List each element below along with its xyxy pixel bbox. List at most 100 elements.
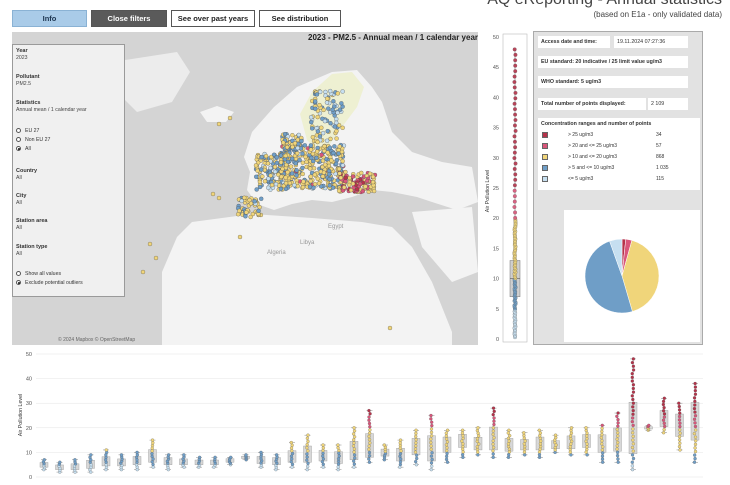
station-point[interactable] bbox=[321, 451, 325, 455]
station-point[interactable] bbox=[430, 424, 434, 428]
station-point[interactable] bbox=[585, 453, 589, 457]
station-marker[interactable] bbox=[370, 174, 376, 179]
station-marker[interactable] bbox=[299, 138, 304, 144]
station-marker[interactable] bbox=[315, 149, 320, 154]
vertical-boxplot-point[interactable] bbox=[512, 167, 517, 171]
station-point[interactable] bbox=[477, 442, 481, 446]
station-point[interactable] bbox=[585, 442, 589, 446]
station-marker[interactable] bbox=[318, 89, 323, 95]
station-point[interactable] bbox=[537, 452, 542, 457]
station-point[interactable] bbox=[491, 413, 495, 417]
station-point[interactable] bbox=[661, 402, 665, 407]
station-marker[interactable] bbox=[308, 178, 313, 184]
vertical-boxplot-point[interactable] bbox=[513, 172, 518, 177]
station-marker[interactable] bbox=[319, 125, 324, 130]
station-point[interactable] bbox=[631, 449, 635, 453]
vertical-boxplot-point[interactable] bbox=[513, 118, 518, 122]
station-marker[interactable] bbox=[355, 187, 360, 192]
station-point[interactable] bbox=[151, 462, 155, 467]
station-point[interactable] bbox=[429, 430, 434, 435]
station-point[interactable] bbox=[663, 424, 667, 429]
vertical-boxplot-point[interactable] bbox=[513, 63, 518, 68]
station-point[interactable] bbox=[662, 412, 667, 416]
vertical-boxplot-point[interactable] bbox=[513, 52, 518, 57]
station-point[interactable] bbox=[507, 439, 511, 443]
station-marker[interactable] bbox=[290, 144, 295, 150]
station-point[interactable] bbox=[677, 438, 682, 442]
station-point[interactable] bbox=[399, 449, 403, 453]
station-point[interactable] bbox=[290, 443, 294, 447]
station-marker[interactable] bbox=[337, 144, 342, 149]
station-point[interactable] bbox=[693, 453, 697, 457]
station-point[interactable] bbox=[475, 436, 480, 441]
station-point[interactable] bbox=[460, 439, 464, 443]
station-marker[interactable] bbox=[312, 172, 317, 177]
station-marker[interactable] bbox=[259, 154, 264, 160]
station-point[interactable] bbox=[677, 444, 682, 449]
station-marker[interactable] bbox=[343, 169, 348, 175]
station-marker[interactable] bbox=[257, 184, 263, 190]
station-marker[interactable] bbox=[237, 234, 243, 240]
station-marker[interactable] bbox=[329, 158, 334, 163]
station-point[interactable] bbox=[600, 426, 604, 431]
vertical-boxplot-point[interactable] bbox=[512, 134, 517, 139]
station-point[interactable] bbox=[693, 399, 697, 404]
station-point[interactable] bbox=[352, 429, 357, 433]
station-point[interactable] bbox=[693, 442, 698, 446]
station-point[interactable] bbox=[506, 444, 511, 449]
station-point[interactable] bbox=[693, 424, 698, 429]
station-marker[interactable] bbox=[290, 156, 295, 161]
station-point[interactable] bbox=[630, 431, 635, 435]
station-point[interactable] bbox=[630, 420, 634, 424]
station-marker[interactable] bbox=[252, 199, 257, 204]
station-marker[interactable] bbox=[324, 100, 330, 105]
vertical-boxplot-point[interactable] bbox=[512, 183, 517, 188]
map-attribution[interactable]: © 2024 Mapbox © OpenStreetMap bbox=[58, 337, 135, 343]
station-area-value[interactable]: All bbox=[16, 225, 22, 231]
station-point[interactable] bbox=[631, 427, 635, 431]
station-boxplots[interactable]: Air Pollution Level 0 10 20 30 40 50 bbox=[12, 350, 703, 481]
station-marker[interactable] bbox=[278, 186, 283, 192]
station-point[interactable] bbox=[631, 438, 635, 442]
station-point[interactable] bbox=[522, 442, 526, 446]
station-point[interactable] bbox=[475, 428, 480, 433]
station-point[interactable] bbox=[150, 460, 154, 464]
station-point[interactable] bbox=[585, 436, 589, 441]
station-point[interactable] bbox=[337, 451, 341, 455]
station-marker[interactable] bbox=[312, 181, 318, 187]
station-marker[interactable] bbox=[340, 89, 345, 94]
station-point[interactable] bbox=[537, 455, 542, 459]
station-point[interactable] bbox=[538, 436, 542, 441]
station-point[interactable] bbox=[584, 450, 588, 454]
station-point[interactable] bbox=[290, 457, 294, 461]
station-marker[interactable] bbox=[328, 121, 333, 126]
station-point[interactable] bbox=[677, 401, 681, 405]
station-marker[interactable] bbox=[153, 255, 159, 261]
station-point[interactable] bbox=[429, 444, 433, 448]
station-marker[interactable] bbox=[292, 182, 297, 188]
station-marker[interactable] bbox=[327, 177, 332, 182]
info-button[interactable]: Info bbox=[12, 10, 87, 27]
station-point[interactable] bbox=[461, 436, 465, 441]
station-point[interactable] bbox=[150, 454, 154, 458]
station-marker[interactable] bbox=[307, 184, 313, 189]
station-marker[interactable] bbox=[339, 149, 345, 155]
station-marker[interactable] bbox=[301, 179, 306, 184]
station-marker[interactable] bbox=[295, 151, 300, 156]
station-point[interactable] bbox=[430, 457, 434, 462]
station-point[interactable] bbox=[553, 433, 558, 437]
station-point[interactable] bbox=[616, 421, 620, 425]
station-point[interactable] bbox=[585, 447, 589, 452]
station-point[interactable] bbox=[104, 448, 108, 452]
station-marker[interactable] bbox=[295, 137, 300, 142]
station-marker[interactable] bbox=[337, 171, 342, 176]
station-marker[interactable] bbox=[308, 147, 314, 152]
past-years-button[interactable]: See over past years bbox=[171, 10, 255, 27]
station-point[interactable] bbox=[289, 440, 293, 445]
station-marker[interactable] bbox=[323, 89, 328, 95]
station-marker[interactable] bbox=[337, 166, 342, 172]
station-marker[interactable] bbox=[334, 120, 339, 125]
station-point[interactable] bbox=[662, 406, 666, 410]
station-marker[interactable] bbox=[309, 155, 314, 161]
vertical-boxplot-point[interactable] bbox=[513, 177, 518, 182]
